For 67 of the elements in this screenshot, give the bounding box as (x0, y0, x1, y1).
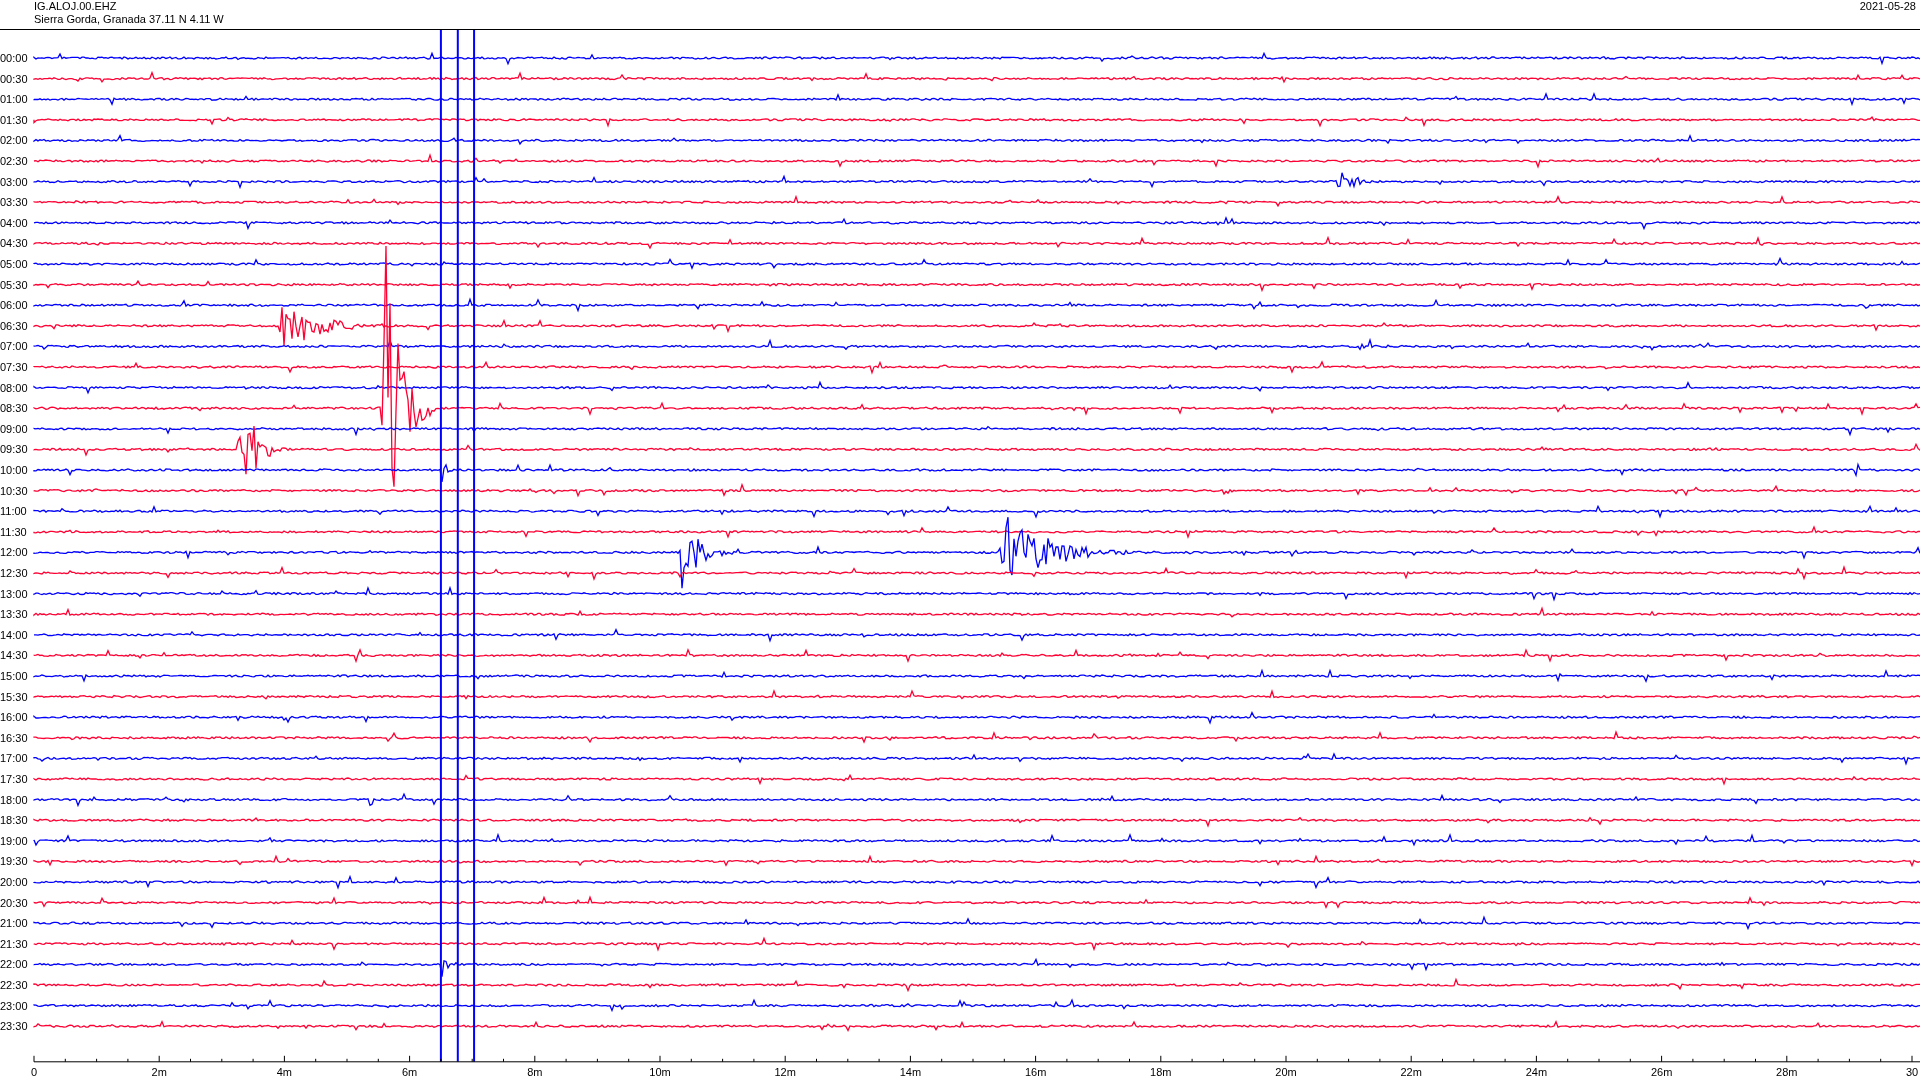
axis-tick-label: 30 (1905, 1065, 1919, 1078)
axis-tick-label: 6m (401, 1065, 418, 1078)
time-label: 10:30 (0, 484, 28, 497)
time-label: 12:30 (0, 567, 28, 579)
axis-tick-label: 4m (276, 1065, 293, 1078)
time-label: 11:30 (0, 525, 27, 538)
time-label: 02:00 (0, 134, 28, 147)
time-label: 20:30 (0, 896, 28, 909)
axis-tick-label: 26m (1650, 1065, 1673, 1078)
time-label: 21:00 (0, 917, 28, 930)
axis-tick-label: 20m (1275, 1065, 1297, 1078)
time-label: 05:30 (0, 278, 28, 291)
time-label: 08:00 (0, 381, 28, 394)
time-label: 10:00 (0, 464, 28, 476)
time-label: 20:00 (0, 876, 28, 888)
axis-tick-label: 14m (899, 1065, 922, 1078)
time-label: 06:00 (0, 299, 28, 312)
axis-tick-label: 18m (1150, 1065, 1172, 1078)
time-label: 00:00 (0, 52, 28, 64)
time-label: 23:00 (0, 999, 28, 1012)
time-label: 07:00 (0, 340, 28, 353)
time-label: 06:30 (0, 319, 28, 332)
axis-tick-label: 8m (527, 1065, 543, 1078)
time-label: 01:00 (0, 93, 28, 106)
time-label: 15:00 (0, 670, 28, 682)
time-label: 05:00 (0, 258, 28, 270)
axis-tick-label: 10m (649, 1065, 671, 1078)
time-label: 13:30 (0, 608, 28, 621)
time-label: 03:00 (0, 175, 28, 188)
axis-tick-label: 12m (774, 1065, 796, 1078)
station-location: Sierra Gorda, Granada 37.11 N 4.11 W (34, 13, 224, 26)
time-label: 13:00 (0, 587, 28, 600)
time-label: 23:30 (0, 1020, 28, 1033)
time-label: 11:00 (0, 505, 27, 518)
time-label: 18:00 (0, 793, 28, 806)
time-label: 04:00 (0, 216, 28, 229)
axis-tick-label: 2m (151, 1065, 167, 1078)
time-label: 03:30 (0, 196, 28, 209)
time-label: 14:30 (0, 649, 28, 662)
time-label: 14:00 (0, 628, 28, 641)
time-label: 02:30 (0, 155, 28, 167)
time-label: 16:30 (0, 731, 28, 744)
time-label: 18:30 (0, 814, 28, 827)
time-label: 17:00 (0, 752, 28, 765)
time-label: 19:30 (0, 855, 28, 868)
plot-date: 2021-05-28 (1859, 0, 1916, 14)
time-label: 09:00 (0, 422, 28, 435)
time-label: 17:30 (0, 773, 28, 785)
station-code: IG.ALOJ.00.EHZ (34, 0, 118, 13)
time-label: 01:30 (0, 113, 28, 126)
time-label: 08:30 (0, 402, 28, 415)
axis-tick-label: 24m (1525, 1065, 1548, 1078)
time-label: 15:30 (0, 690, 28, 703)
time-label: 22:00 (0, 958, 28, 971)
time-label: 00:30 (0, 72, 28, 85)
time-label: 07:30 (0, 361, 28, 373)
axis-tick-label: 0 (30, 1065, 38, 1078)
time-label: 22:30 (0, 979, 28, 991)
time-label: 09:30 (0, 443, 28, 456)
axis-tick-label: 16m (1024, 1065, 1047, 1078)
time-label: 16:00 (0, 711, 28, 724)
axis-tick-label: 22m (1400, 1065, 1422, 1078)
time-label: 04:30 (0, 237, 28, 250)
time-label: 12:00 (0, 546, 28, 559)
time-label: 19:00 (0, 834, 28, 847)
time-label: 21:30 (0, 937, 28, 950)
axis-tick-label: 28m (1776, 1065, 1798, 1078)
